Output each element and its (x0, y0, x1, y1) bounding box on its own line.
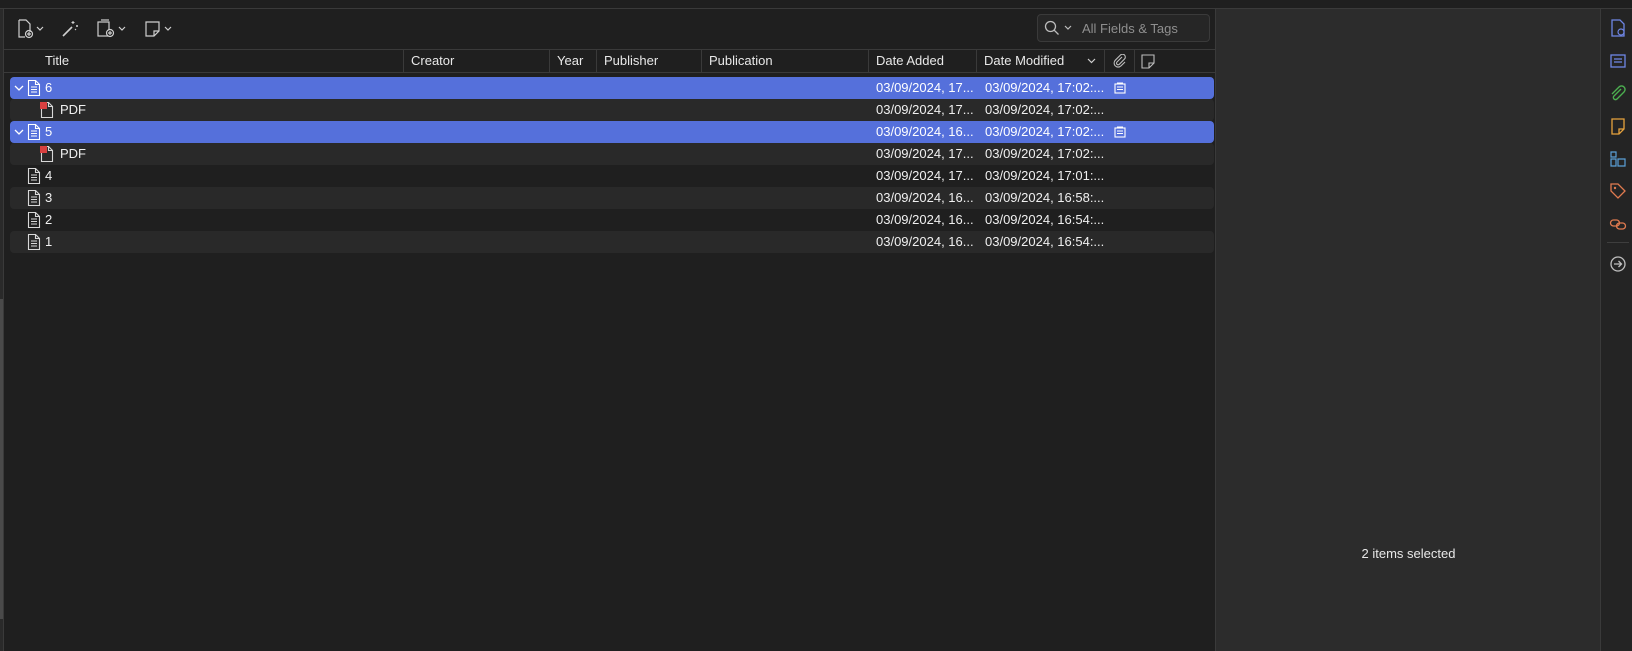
search-box[interactable]: All Fields & Tags (1037, 14, 1210, 42)
twisty-expanded-icon[interactable] (12, 125, 26, 139)
document-icon (27, 167, 41, 185)
abstract-icon[interactable] (1609, 52, 1627, 70)
row-date-added: 03/09/2024, 17... (876, 102, 974, 117)
row-date-added: 03/09/2024, 16... (876, 124, 974, 139)
chevron-down-icon (164, 26, 172, 31)
row-date-modified: 03/09/2024, 16:54:... (985, 212, 1105, 227)
document-icon (27, 211, 41, 229)
related-icon[interactable] (1609, 215, 1627, 233)
items-toolbar: All Fields & Tags (4, 9, 1215, 49)
twisty-expanded-icon[interactable] (12, 81, 26, 95)
items-pane: All Fields & Tags Title Creator Year Pub… (4, 9, 1215, 651)
row-title: 1 (45, 234, 53, 249)
column-year[interactable]: Year (550, 50, 597, 72)
column-title[interactable]: Title (38, 50, 404, 72)
item-pane: 2 items selected (1215, 9, 1600, 651)
add-by-identifier-button[interactable] (60, 17, 80, 41)
row-title: 4 (45, 168, 53, 183)
row-date-modified: 03/09/2024, 17:02:... (985, 146, 1105, 161)
child-note-icon (1114, 82, 1128, 98)
row-date-added: 03/09/2024, 17... (876, 168, 974, 183)
column-date-modified-label: Date Modified (984, 53, 1065, 68)
attachments-icon[interactable] (1609, 85, 1627, 103)
document-icon (27, 123, 41, 141)
item-row[interactable]: 4 03/09/2024, 17... 03/09/2024, 17:01:... (10, 165, 1214, 187)
locate-icon[interactable] (1609, 255, 1627, 273)
child-note-icon (1114, 126, 1128, 142)
document-icon (27, 79, 41, 97)
magic-wand-icon (62, 21, 78, 37)
sidenav-separator (1607, 242, 1629, 243)
selection-status: 2 items selected (1361, 546, 1456, 561)
item-row[interactable]: 5 03/09/2024, 16... 03/09/2024, 17:02:... (10, 121, 1214, 143)
chevron-down-icon (36, 26, 44, 31)
row-title: PDF (60, 102, 86, 117)
note-icon (1141, 54, 1155, 69)
add-attachment-button[interactable] (96, 17, 126, 41)
document-icon (27, 233, 41, 251)
pdf-icon (40, 101, 54, 119)
row-title: 5 (45, 124, 53, 139)
new-item-button[interactable] (16, 17, 44, 41)
row-date-modified: 03/09/2024, 17:01:... (985, 168, 1105, 183)
row-title: PDF (60, 146, 86, 161)
libraries-collections-icon[interactable] (1609, 150, 1627, 168)
row-date-modified: 03/09/2024, 16:58:... (985, 190, 1105, 205)
sort-descending-icon (1087, 58, 1096, 64)
row-date-added: 03/09/2024, 17... (876, 146, 974, 161)
search-placeholder: All Fields & Tags (1082, 20, 1178, 36)
attachment-row[interactable]: PDF 03/09/2024, 17... 03/09/2024, 17:02:..… (10, 143, 1214, 165)
row-date-modified: 03/09/2024, 16:54:... (985, 234, 1105, 249)
items-list: 6 03/09/2024, 17... 03/09/2024, 17:02:... P… (10, 77, 1214, 253)
column-publisher[interactable]: Publisher (597, 50, 702, 72)
paperclip-icon (1113, 53, 1126, 68)
column-attachments[interactable] (1105, 50, 1135, 72)
column-notes[interactable] (1135, 50, 1165, 72)
column-creator[interactable]: Creator (404, 50, 550, 72)
new-item-icon (18, 19, 34, 39)
row-date-added: 03/09/2024, 16... (876, 190, 974, 205)
document-icon (27, 189, 41, 207)
new-note-icon (145, 21, 160, 37)
row-date-modified: 03/09/2024, 17:02:... (985, 80, 1105, 95)
column-publication[interactable]: Publication (702, 50, 869, 72)
app-window: All Fields & Tags Title Creator Year Pub… (0, 0, 1632, 651)
pdf-icon (40, 145, 54, 163)
pane-splitter[interactable] (0, 299, 3, 619)
notes-icon[interactable] (1609, 117, 1627, 135)
attachment-row[interactable]: PDF 03/09/2024, 17... 03/09/2024, 17:02:..… (10, 99, 1214, 121)
row-date-added: 03/09/2024, 17... (876, 80, 974, 95)
row-title: 6 (45, 80, 53, 95)
column-date-added[interactable]: Date Added (869, 50, 977, 72)
search-mode-chevron-icon[interactable] (1064, 25, 1072, 31)
row-date-modified: 03/09/2024, 17:02:... (985, 124, 1105, 139)
item-row[interactable]: 3 03/09/2024, 16... 03/09/2024, 16:58:... (10, 187, 1214, 209)
search-icon (1044, 20, 1059, 35)
top-strip (0, 0, 1632, 9)
item-row[interactable]: 2 03/09/2024, 16... 03/09/2024, 16:54:... (10, 209, 1214, 231)
item-pane-sidenav (1600, 9, 1632, 651)
tags-icon[interactable] (1609, 182, 1627, 200)
row-date-added: 03/09/2024, 16... (876, 234, 974, 249)
row-date-modified: 03/09/2024, 17:02:... (985, 102, 1105, 117)
column-header: Title Creator Year Publisher Publication… (4, 49, 1215, 73)
chevron-down-icon (118, 26, 126, 31)
column-date-modified[interactable]: Date Modified (977, 50, 1105, 72)
info-icon[interactable] (1609, 19, 1627, 37)
row-title: 2 (45, 212, 53, 227)
row-date-added: 03/09/2024, 16... (876, 212, 974, 227)
item-row[interactable]: 6 03/09/2024, 17... 03/09/2024, 17:02:... (10, 77, 1214, 99)
row-title: 3 (45, 190, 53, 205)
new-note-button[interactable] (144, 17, 172, 41)
add-attachment-icon (97, 19, 115, 38)
item-row[interactable]: 1 03/09/2024, 16... 03/09/2024, 16:54:... (10, 231, 1214, 253)
